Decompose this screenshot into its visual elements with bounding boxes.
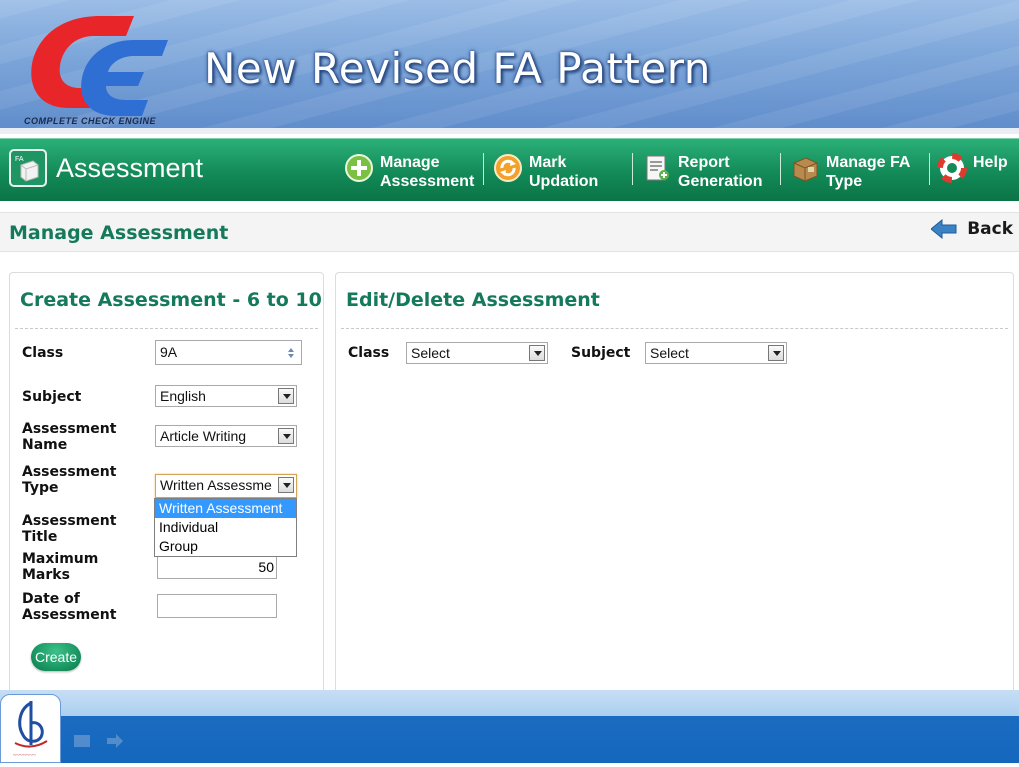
maximum-marks-label: Maximum Marks [22, 551, 98, 583]
dropdown-arrow-icon[interactable] [278, 388, 294, 404]
assessment-type-select[interactable]: Written Assessme [155, 474, 297, 498]
slide-icon[interactable] [73, 734, 91, 748]
assessment-type-label: Assessment Type [22, 464, 116, 496]
banner-divider [0, 128, 1019, 134]
svg-text:FA: FA [15, 156, 24, 163]
option-written-assessment[interactable]: Written Assessment [155, 499, 296, 518]
assessment-type-value: Written Assessme [160, 477, 272, 493]
logo-caption: COMPLETE CHECK ENGINE [24, 116, 157, 126]
page-title: Manage Assessment [9, 222, 229, 244]
dropdown-arrow-icon[interactable] [768, 345, 784, 361]
assessment-name-label-line2: Name [22, 437, 68, 453]
nav-manage-assessment-line2: Assessment [380, 173, 475, 190]
nav-app-title: Assessment [56, 153, 204, 183]
back-label: Back [967, 219, 1013, 239]
back-button[interactable]: Back [931, 219, 1013, 239]
footer-logo: ~~~~~~~ [0, 694, 61, 763]
assessment-type-options: Written Assessment Individual Group [154, 498, 297, 557]
nav-separator [483, 153, 484, 185]
date-of-assessment-label: Date of Assessment [22, 591, 116, 623]
dropdown-arrow-icon[interactable] [278, 477, 294, 493]
footer-highlight [0, 690, 1019, 718]
lifebuoy-icon [937, 153, 967, 183]
banner-title: New Revised FA Pattern [204, 44, 711, 93]
maximum-marks-label-line1: Maximum [22, 551, 99, 567]
plus-circle-icon [345, 154, 373, 182]
updown-arrow-icon[interactable] [283, 345, 299, 361]
date-label-line2: Assessment [22, 607, 117, 623]
box-icon [793, 157, 818, 182]
footer-bar [0, 716, 1019, 763]
subject-select[interactable]: English [155, 385, 297, 407]
nav-report-generation-line2: Generation [678, 173, 763, 190]
edit-class-value: Select [411, 345, 450, 361]
back-arrow-icon [931, 219, 957, 239]
edit-subject-select[interactable]: Select [645, 342, 787, 364]
assessment-name-label: Assessment Name [22, 421, 116, 453]
top-banner: COMPLETE CHECK ENGINE New Revised FA Pat… [0, 0, 1019, 132]
class-label: Class [22, 345, 64, 361]
date-label-line1: Date of [22, 591, 80, 607]
panel-divider [15, 328, 318, 329]
learning-logo-icon: ~~~~~~~ [13, 701, 48, 759]
nav-manage-fa-type-line2: Type [826, 173, 863, 190]
assessment-name-label-line1: Assessment [22, 421, 117, 437]
cce-logo [31, 16, 168, 116]
edit-subject-value: Select [650, 345, 689, 361]
nav-help[interactable]: Help [937, 153, 1008, 183]
svg-text:~~~~~~~: ~~~~~~~ [13, 753, 36, 759]
option-individual[interactable]: Individual [155, 518, 296, 537]
option-group[interactable]: Group [155, 537, 296, 556]
assessment-name-value: Article Writing [160, 428, 247, 444]
class-select-value: 9A [160, 344, 178, 360]
date-of-assessment-input[interactable] [157, 594, 277, 618]
nav-manage-fa-type-line1: Manage FA [826, 154, 911, 171]
dropdown-arrow-icon[interactable] [278, 428, 294, 444]
nav-help-line1: Help [973, 154, 1008, 171]
nav-separator [929, 153, 930, 185]
next-arrow-icon[interactable] [106, 734, 124, 748]
panel-divider [341, 328, 1008, 329]
assessment-title-label-line2: Title [22, 529, 58, 545]
maximum-marks-input[interactable]: 50 [157, 555, 277, 579]
maximum-marks-label-line2: Marks [22, 567, 70, 583]
subject-label: Subject [22, 389, 82, 405]
nav-manage-assessment-line1: Manage [380, 154, 440, 171]
subject-select-value: English [160, 388, 206, 404]
nav-mark-updation-line1: Mark [529, 154, 567, 171]
dropdown-arrow-icon[interactable] [529, 345, 545, 361]
assessment-type-label-line2: Type [22, 480, 59, 496]
create-panel-title: Create Assessment - 6 to 10 [20, 289, 322, 311]
nav-report-generation[interactable]: Report Generation [642, 153, 762, 191]
report-icon [646, 155, 669, 181]
assessment-name-select[interactable]: Article Writing [155, 425, 297, 447]
page-header: Manage Assessment Back [0, 212, 1019, 252]
nav-manage-fa-type[interactable]: Manage FA Type [790, 153, 910, 191]
edit-panel-title: Edit/Delete Assessment [346, 289, 600, 311]
assessment-title-label: Assessment Title [22, 513, 116, 545]
assessment-type-label-line1: Assessment [22, 464, 117, 480]
nav-mark-updation-line2: Updation [529, 173, 599, 190]
main-nav: FA Assessment Manage Assessment Mark Updat… [0, 138, 1019, 201]
class-select[interactable]: 9A [155, 340, 302, 365]
assessment-title-label-line1: Assessment [22, 513, 117, 529]
edit-subject-label: Subject [571, 345, 631, 361]
refresh-icon [494, 154, 522, 182]
nav-mark-updation[interactable]: Mark Updation [493, 153, 598, 191]
nav-separator [780, 153, 781, 185]
nav-manage-assessment[interactable]: Manage Assessment [344, 153, 474, 191]
assessment-app-icon: FA [9, 149, 47, 187]
create-button[interactable]: Create [31, 643, 81, 671]
nav-separator [632, 153, 633, 185]
edit-class-select[interactable]: Select [406, 342, 548, 364]
edit-delete-panel: Edit/Delete Assessment [335, 272, 1014, 704]
edit-class-label: Class [348, 345, 390, 361]
nav-report-generation-line1: Report [678, 154, 730, 171]
